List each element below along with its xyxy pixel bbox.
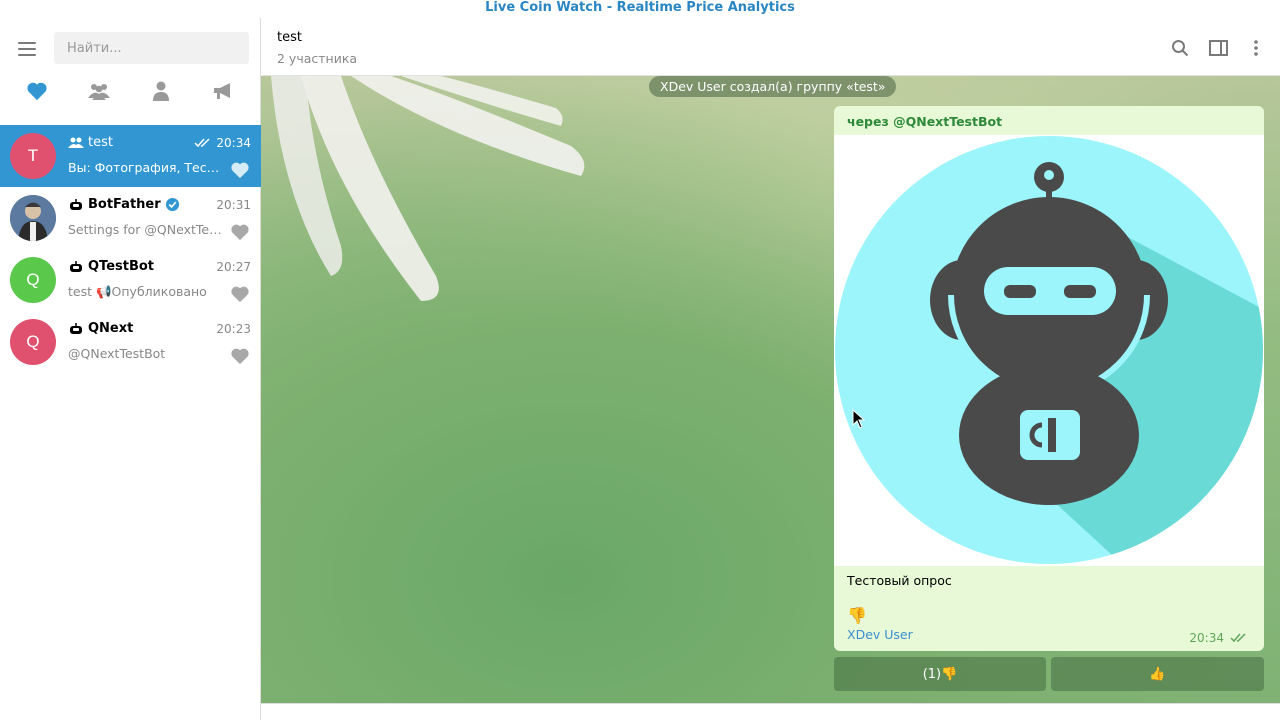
bot-icon xyxy=(70,260,82,272)
heart-icon[interactable] xyxy=(230,285,250,303)
flower-petals-background xyxy=(271,76,585,301)
bot-icon xyxy=(70,198,82,210)
chat-item-test[interactable]: T test 20:34 Вы: Фотография, Тестовый оп… xyxy=(0,125,261,187)
inline-button-dislike[interactable]: (1)👎 xyxy=(834,657,1046,691)
message-caption: Тестовый опрос xyxy=(847,573,952,588)
inline-button-like[interactable]: 👍 xyxy=(1051,657,1264,691)
chat-name: BotFather xyxy=(88,197,161,212)
megaphone-icon[interactable] xyxy=(210,78,236,104)
chat-item-qtestbot[interactable]: Q QTestBot 20:27 test 📢Опубликовано xyxy=(0,249,261,311)
person-icon[interactable] xyxy=(148,78,174,104)
chat-title[interactable]: test xyxy=(277,30,302,45)
verified-icon xyxy=(165,197,179,212)
avatar: T xyxy=(10,133,56,179)
chat-area: XDev User создал(а) группу «test» через … xyxy=(261,76,1280,703)
group-icon xyxy=(68,137,84,148)
sidebar: T test 20:34 Вы: Фотография, Тестовый оп… xyxy=(0,18,261,720)
search-icon[interactable] xyxy=(1169,37,1191,59)
chat-time: 20:23 xyxy=(216,322,251,336)
chat-name: QTestBot xyxy=(88,259,155,274)
chat-preview: Вы: Фотография, Тестовый опрос xyxy=(68,160,223,175)
chat-name: test xyxy=(88,135,113,150)
groups-icon[interactable] xyxy=(86,78,112,104)
message-composer[interactable] xyxy=(261,703,1280,720)
chat-time: 20:31 xyxy=(216,198,251,212)
via-bot-label[interactable]: через @QNextTestBot xyxy=(847,114,1002,129)
window-title: Live Coin Watch - Realtime Price Analyti… xyxy=(0,0,1280,18)
avatar xyxy=(10,195,56,241)
heart-icon[interactable] xyxy=(230,347,250,365)
avatar: Q xyxy=(10,319,56,365)
message-photo[interactable] xyxy=(834,135,1264,566)
message-bubble[interactable]: через @QNextTestBot Тестовый опрос 👎 XDe… xyxy=(834,106,1264,651)
chat-preview: test 📢Опубликовано xyxy=(68,284,207,299)
bot-icon xyxy=(70,322,82,334)
heart-icon[interactable] xyxy=(230,161,250,179)
chat-list: T test 20:34 Вы: Фотография, Тестовый оп… xyxy=(0,125,261,373)
chat-preview: @QNextTestBot xyxy=(68,346,166,361)
chat-time: 20:27 xyxy=(216,260,251,274)
chat-subtitle: 2 участника xyxy=(277,51,358,66)
double-check-icon xyxy=(1230,633,1246,643)
chat-name: QNext xyxy=(88,321,134,336)
heart-icon[interactable] xyxy=(230,223,250,241)
heart-icon[interactable] xyxy=(24,78,50,104)
search-input[interactable] xyxy=(54,32,249,64)
chat-preview: Settings for @QNextTestBot xyxy=(68,222,223,237)
more-icon[interactable] xyxy=(1245,37,1267,59)
chat-item-botfather[interactable]: BotFather 20:31 Settings for @QNextTestB… xyxy=(0,187,261,249)
reaction-user[interactable]: XDev User xyxy=(847,627,913,642)
chat-filters xyxy=(0,76,261,106)
avatar: Q xyxy=(10,257,56,303)
service-message: XDev User создал(а) группу «test» xyxy=(649,76,897,97)
chat-header: test 2 участника xyxy=(262,18,1280,76)
sidebar-toggle-icon[interactable] xyxy=(1207,37,1229,59)
chat-item-qnext[interactable]: Q QNext 20:23 @QNextTestBot xyxy=(0,311,261,373)
botfather-avatar-icon xyxy=(10,195,56,241)
chat-time: 20:34 xyxy=(216,136,251,150)
double-check-icon xyxy=(194,138,210,148)
robot-image xyxy=(835,136,1263,564)
mouse-cursor-icon xyxy=(852,409,866,429)
message-time: 20:34 xyxy=(1189,631,1224,645)
menu-icon[interactable] xyxy=(18,42,36,56)
reaction-emoji[interactable]: 👎 xyxy=(847,606,867,625)
